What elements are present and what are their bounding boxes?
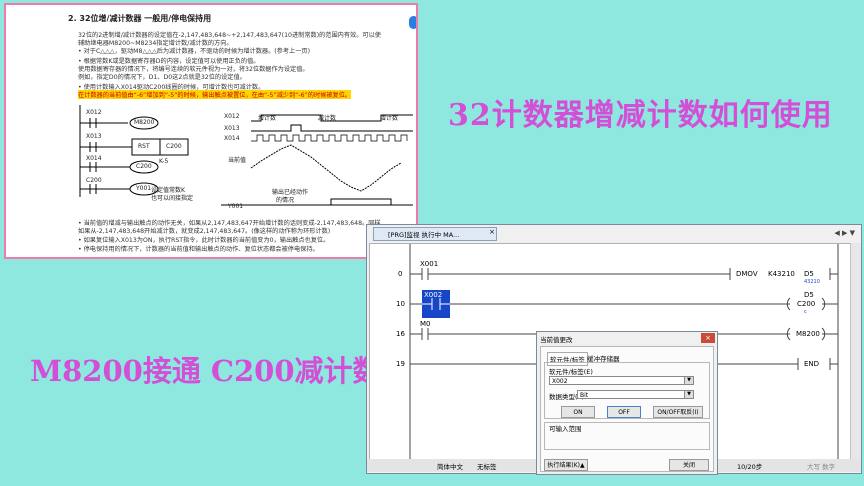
range-label: 可输入范围 bbox=[549, 425, 582, 433]
timing-label: 增计数 bbox=[380, 115, 399, 122]
ladder-label: C200 bbox=[86, 177, 102, 184]
timing-label: 当前值 bbox=[228, 157, 247, 164]
ladder-label: RST bbox=[138, 143, 150, 150]
step-number: 16 bbox=[396, 330, 405, 338]
editor-tab-label: [PRG]监视 执行中 MA... bbox=[388, 231, 460, 239]
monitor-value: c bbox=[804, 309, 807, 315]
ladder-label: X012 bbox=[86, 109, 102, 116]
device-select[interactable]: X002 ▼ bbox=[549, 376, 694, 385]
instruction-label[interactable]: END bbox=[804, 360, 819, 368]
doc-line: • 如果复位输入X013为ON，执行RST指令，此时计数器的当前值变为0，输出触… bbox=[78, 237, 330, 244]
ladder-label: C200 bbox=[136, 163, 152, 170]
contact-label[interactable]: X002 bbox=[424, 291, 442, 299]
instruction-label[interactable]: DMOV bbox=[736, 270, 758, 278]
doc-line: • 对于C△△△，驱动M8△△△后为减计数器，不驱动的时候为增计数器。(参考上一… bbox=[78, 48, 311, 55]
timing-label: 增计数 bbox=[258, 115, 277, 122]
type-select[interactable]: Bit ▼ bbox=[577, 390, 694, 399]
contact-label[interactable]: X001 bbox=[420, 260, 438, 268]
ladder-note: 也可以间接指定 bbox=[151, 195, 194, 202]
scroll-marker-icon bbox=[409, 16, 416, 29]
doc-line: • 停电保持用的情况下，计数器的当前值和输出触点的动作、复位状态都会被停电保持。 bbox=[78, 246, 319, 253]
step-number: 19 bbox=[396, 360, 405, 368]
doc-line: 如果从-2,147,483,648开始减计数，就变成2,147,483,647。… bbox=[78, 228, 331, 235]
ladder-label: M8200 bbox=[134, 119, 155, 126]
timing-label: 减计数 bbox=[318, 115, 337, 122]
step-number: 10 bbox=[396, 300, 405, 308]
dialog-title: 当前值更改 bbox=[540, 336, 573, 344]
timing-note: 的情况 bbox=[276, 197, 295, 204]
doc-timing-chart bbox=[221, 114, 413, 206]
doc-line-highlight: 在计数器的当前值由“-6”增加到“-5”的时候，输出触点被置位，在由“-5”减少… bbox=[78, 90, 352, 99]
status-lang: 简体中文 bbox=[437, 463, 463, 471]
coil-label[interactable]: M8200 bbox=[796, 330, 820, 338]
chevron-down-icon: ▼ bbox=[684, 391, 693, 398]
device-label: 软元件/标签(E) bbox=[549, 368, 593, 376]
vertical-scrollbar[interactable] bbox=[850, 243, 861, 459]
doc-line: 例如，指定D0的情况下，D1、D0这2点就是32位的设定值。 bbox=[78, 74, 246, 81]
operand-label[interactable]: D5 bbox=[804, 291, 814, 299]
overlay-title-right: 32计数器增减计数如何使用 bbox=[448, 98, 833, 133]
ladder-label: Y001 bbox=[136, 185, 152, 192]
off-button[interactable]: OFF bbox=[607, 406, 641, 418]
manual-page: 2. 32位增/减计数器 一般用/停电保持用 32位的2进制增/减计数器的设定值… bbox=[4, 3, 418, 259]
dialog-close-icon[interactable]: × bbox=[701, 333, 715, 343]
window-controls[interactable]: ◀ ▶ ▼ bbox=[834, 229, 855, 237]
overlay-title-left: M8200接通 C200减计数 bbox=[30, 354, 382, 388]
result-button[interactable]: 执行结果(K)▲ bbox=[544, 459, 588, 471]
tab-close-icon[interactable]: × bbox=[489, 228, 495, 236]
timing-label: X013 bbox=[224, 125, 240, 132]
monitor-value: 43210 bbox=[804, 279, 820, 285]
editor-tab[interactable]: [PRG]监视 执行中 MA... bbox=[373, 227, 497, 241]
ladder-label: X013 bbox=[86, 133, 102, 140]
section-heading: 2. 32位增/减计数器 一般用/停电保持用 bbox=[68, 14, 212, 23]
toggle-button[interactable]: ON/OFF取反(I) bbox=[653, 406, 703, 418]
timing-label: X012 bbox=[224, 113, 240, 120]
operand-label[interactable]: D5 bbox=[804, 270, 814, 278]
on-button[interactable]: ON bbox=[561, 406, 595, 418]
status-steps: 10/20步 bbox=[737, 463, 763, 471]
coil-label[interactable]: C200 bbox=[797, 300, 815, 308]
step-number: 0 bbox=[398, 270, 403, 278]
chevron-down-icon: ▼ bbox=[684, 377, 693, 384]
device-select-value: X002 bbox=[552, 378, 568, 385]
ladder-label: K-5 bbox=[159, 158, 169, 165]
close-button[interactable]: 关闭 bbox=[669, 459, 709, 471]
type-select-value: Bit bbox=[580, 392, 589, 399]
contact-label[interactable]: M0 bbox=[420, 320, 431, 328]
ladder-label: C200 bbox=[166, 143, 182, 150]
timing-label: Y001 bbox=[228, 203, 244, 210]
status-right: 大写 数字 bbox=[807, 463, 836, 471]
operand-label[interactable]: K43210 bbox=[768, 270, 795, 278]
status-mode: 无标签 bbox=[477, 463, 497, 471]
ladder-label: X014 bbox=[86, 155, 102, 162]
timing-label: X014 bbox=[224, 135, 240, 142]
change-value-dialog: 当前值更改 × 软元件/标签 缓冲存储器 软元件/标签(E) X002 ▼ 数据… bbox=[536, 331, 718, 475]
